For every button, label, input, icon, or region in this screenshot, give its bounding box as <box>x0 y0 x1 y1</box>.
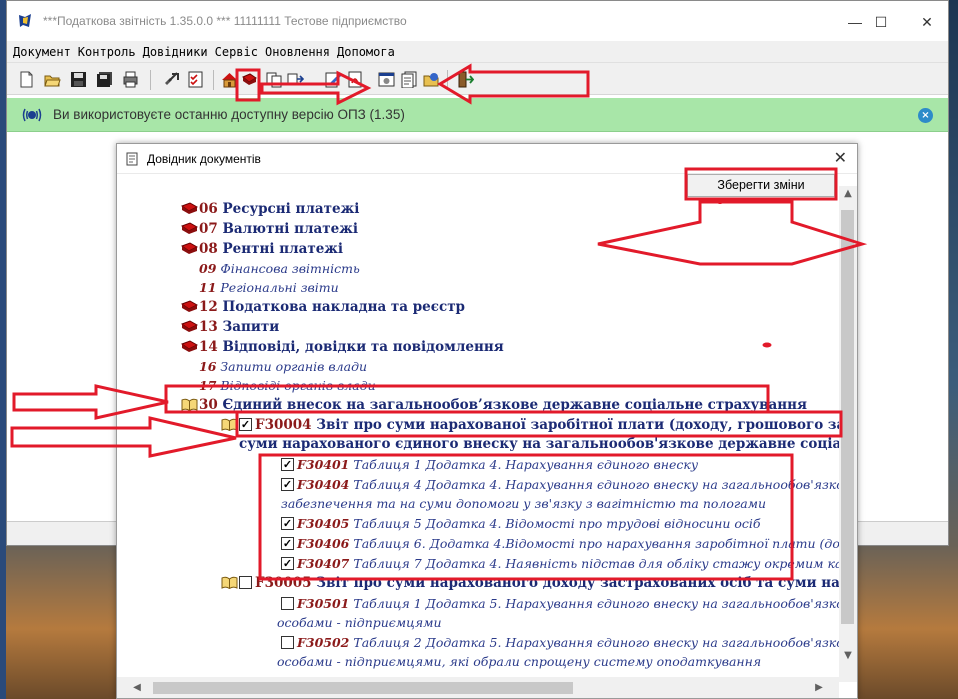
open-book-icon <box>221 418 238 431</box>
tree-node-f30502-cont: особами - підприємцями, які обрали спрощ… <box>277 654 762 669</box>
title-bar: ***Податкова звітність 1.35.0.0 *** 1111… <box>7 1 948 41</box>
close-button[interactable]: ✕ <box>905 9 949 35</box>
save-changes-button[interactable]: Зберегти зміни <box>687 174 835 197</box>
settings-window-icon[interactable] <box>378 71 395 88</box>
edit-form-icon[interactable] <box>325 71 342 88</box>
menu-service[interactable]: Сервіс <box>215 41 258 63</box>
tree-node-11[interactable]: 11 Регіональні звіти <box>199 278 339 298</box>
broadcast-info-icon <box>22 108 42 122</box>
toolbar-separator <box>447 70 448 90</box>
tree-node-f30405[interactable]: F30405 Таблиця 5 Додатка 4. Відомості пр… <box>281 514 761 534</box>
scroll-left-icon[interactable]: ◀ <box>129 680 145 696</box>
checkbox-f30502[interactable] <box>281 636 294 649</box>
tree-node-30[interactable]: 30 Єдиний внесок на загальнообов’язкове … <box>181 395 807 415</box>
tree-node-09[interactable]: 09 Фінансова звітність <box>199 259 360 279</box>
vertical-scrollbar[interactable]: ▲ ▼ <box>839 186 857 682</box>
tree-node-14[interactable]: 14 Відповіді, довідки та повідомлення <box>181 337 504 357</box>
scroll-down-icon[interactable]: ▼ <box>839 648 857 664</box>
tree-node-f30404-cont: забезпечення та на суми допомоги у зв'яз… <box>281 496 767 511</box>
report-pages-icon[interactable] <box>401 71 418 88</box>
documents-directory-dialog: Довідник документів ✕ 06 Ресурсні платеж… <box>116 143 858 699</box>
exit-door-icon[interactable] <box>457 71 474 88</box>
open-book-icon <box>181 398 198 411</box>
tree-node-f30502[interactable]: F30502 Таблиця 2 Додатка 5. Нарахування … <box>281 633 844 653</box>
menu-updates[interactable]: Оновлення <box>265 41 330 63</box>
app-logo-icon <box>19 14 31 27</box>
tree-node-f30004-cont: суми нарахованого єдиного внеску на зага… <box>239 436 858 452</box>
window-title: ***Податкова звітність 1.35.0.0 *** 1111… <box>43 14 407 28</box>
checkbox-f30407[interactable] <box>281 557 294 570</box>
checkbox-f30004[interactable] <box>239 418 252 431</box>
checkbox-f30501[interactable] <box>281 597 294 610</box>
open-book-icon <box>221 576 238 589</box>
closed-book-icon <box>181 340 198 352</box>
tree-node-08[interactable]: 08 Рентні платежі <box>181 239 343 259</box>
tree-node-16[interactable]: 16 Запити органів влади <box>199 357 367 377</box>
menu-references[interactable]: Довідники <box>143 41 208 63</box>
tree-node-f30401[interactable]: F30401 Таблиця 1 Додатка 4. Нарахування … <box>281 455 698 475</box>
tree-node-07[interactable]: 07 Валютні платежі <box>181 219 358 239</box>
notification-close-icon[interactable]: × <box>918 108 933 123</box>
closed-book-icon <box>181 222 198 234</box>
new-document-icon[interactable] <box>18 71 35 88</box>
closed-book-icon <box>181 300 198 312</box>
checkbox-f30005[interactable] <box>239 576 252 589</box>
vertical-scroll-thumb[interactable] <box>841 210 854 624</box>
maximize-button[interactable]: ☐ <box>859 9 903 35</box>
horizontal-scroll-thumb[interactable] <box>153 682 573 694</box>
tree-node-f30406[interactable]: F30406 Таблиця 6. Додатка 4.Відомості пр… <box>281 534 840 554</box>
toolbar-separator <box>213 70 214 90</box>
scroll-up-icon[interactable]: ▲ <box>839 186 857 202</box>
export-icon[interactable] <box>287 71 304 88</box>
menu-help[interactable]: Допомога <box>337 41 395 63</box>
update-notification-bar: Ви використовуєте останню доступну версі… <box>7 98 948 132</box>
closed-book-icon <box>181 320 198 332</box>
tree-node-f30404[interactable]: F30404 Таблиця 4 Додатка 4. Нарахування … <box>281 475 844 495</box>
tree-node-f30407[interactable]: F30407 Таблиця 7 Додатка 4. Наявність пі… <box>281 554 842 574</box>
tree-node-12[interactable]: 12 Податкова накладна та реєстр <box>181 297 465 317</box>
pdf-document-icon[interactable] <box>347 71 364 88</box>
checkbox-f30401[interactable] <box>281 458 294 471</box>
documents-directory-icon[interactable] <box>241 71 258 88</box>
check-tools-icon[interactable] <box>163 71 180 88</box>
checkbox-f30405[interactable] <box>281 517 294 530</box>
update-folder-icon[interactable] <box>423 71 440 88</box>
checklist-icon[interactable] <box>187 71 204 88</box>
tree-node-f30005[interactable]: F30005 Звіт про суми нарахованого доходу… <box>221 573 857 593</box>
menu-bar: Документ Контроль Довідники Сервіс Оновлення… <box>7 41 948 63</box>
notification-text: Ви використовуєте останню доступну версі… <box>53 107 405 122</box>
horizontal-scrollbar[interactable]: ◀ ▶ <box>117 677 839 698</box>
closed-book-icon <box>181 242 198 254</box>
toolbar <box>7 63 948 95</box>
print-icon[interactable] <box>122 71 139 88</box>
documents-tree: 06 Ресурсні платежі 07 Валютні платежі 0… <box>117 144 857 677</box>
checkbox-f30406[interactable] <box>281 537 294 550</box>
tree-node-17[interactable]: 17 Відповіді органів влади <box>199 376 376 396</box>
tree-node-f30004[interactable]: F30004 Звіт про суми нарахованої заробіт… <box>221 415 857 435</box>
closed-book-icon <box>181 202 198 214</box>
tree-node-06[interactable]: 06 Ресурсні платежі <box>181 199 359 219</box>
toolbar-separator <box>150 70 151 90</box>
tree-node-f30501[interactable]: F30501 Таблиця 1 Додатка 5. Нарахування … <box>281 594 844 614</box>
scroll-right-icon[interactable]: ▶ <box>811 680 827 696</box>
save-all-icon[interactable] <box>96 71 113 88</box>
checkbox-f30404[interactable] <box>281 478 294 491</box>
home-icon[interactable] <box>221 71 238 88</box>
save-disk-icon[interactable] <box>70 71 87 88</box>
open-folder-icon[interactable] <box>44 71 61 88</box>
tree-node-f30501-cont: особами - підприємцями <box>277 615 442 630</box>
menu-document[interactable]: Документ <box>13 41 71 63</box>
menu-control[interactable]: Контроль <box>78 41 136 63</box>
tree-node-13[interactable]: 13 Запити <box>181 317 279 337</box>
copy-icon[interactable] <box>266 71 283 88</box>
